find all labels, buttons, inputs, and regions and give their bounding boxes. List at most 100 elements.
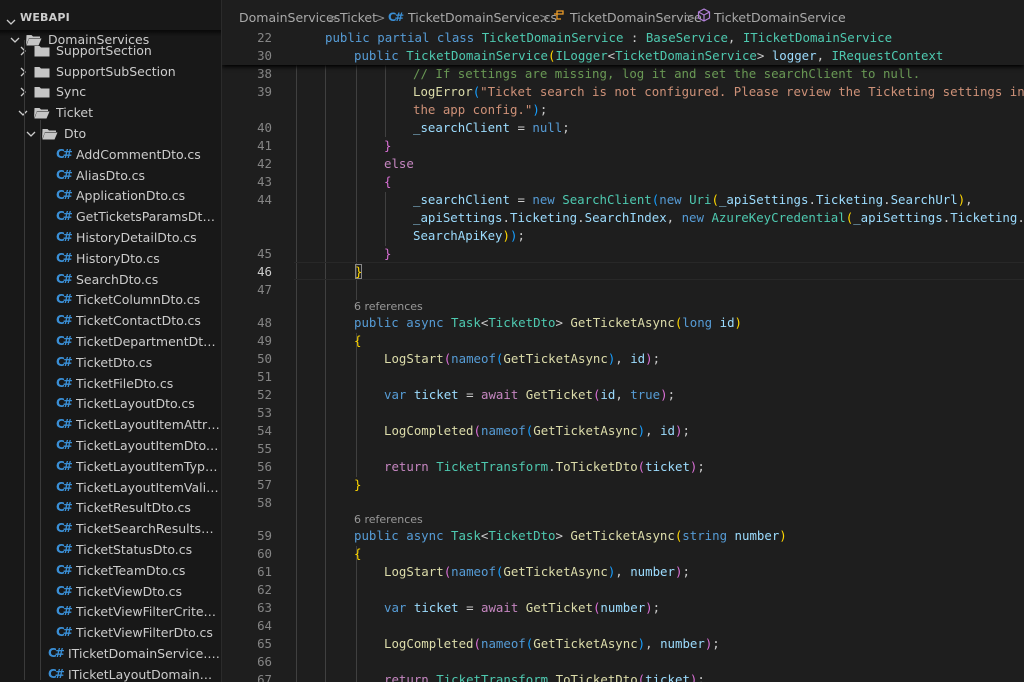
scroll-shadow (0, 30, 221, 36)
folder-open-icon (34, 102, 50, 123)
tree-file-item[interactable]: C# HistoryDetailDto.cs (0, 227, 221, 248)
tree-item-label: TicketContactDto.cs (76, 313, 201, 329)
breadcrumb-folder-ticket[interactable]: Ticket (340, 10, 377, 25)
tree-item-label: HistoryDetailDto.cs (76, 230, 197, 245)
tree-file-item[interactable]: C# TicketLayoutDto.cs (0, 393, 221, 414)
code-line-44-wrap: _apiSettings.Ticketing.SearchIndex, new … (413, 210, 1024, 225)
tree-item-label: TicketViewFilterCriteriaDt... (76, 604, 220, 620)
csharp-file-icon: C# (388, 10, 404, 24)
tree-file-item[interactable]: C# HistoryDto.cs (0, 248, 221, 269)
tree-item-label: Dto (64, 126, 87, 141)
code-line-59: public async Task<TicketDto> GetTicketAs… (354, 528, 787, 543)
breadcrumb-file[interactable]: TicketDomainService.cs (408, 10, 557, 25)
tree-item-label: TicketLayoutItemValidVal... (76, 479, 220, 495)
code-line-63: var ticket = await GetTicket(number); (384, 600, 661, 615)
codelens-references[interactable]: 6 references (354, 300, 423, 313)
code-line-60: { (354, 546, 362, 561)
breadcrumb-member[interactable]: TicketDomainService (714, 10, 846, 25)
tree-file-item[interactable]: C# TicketDto.cs (0, 352, 221, 373)
code-line-44: _searchClient = new SearchClient(new Uri… (413, 192, 973, 207)
code-line-42: else (384, 156, 414, 171)
tree-item-label: TicketLayoutItemAttribut... (76, 417, 220, 433)
code-indent-guide (385, 65, 386, 137)
csharp-file-icon: C# (56, 209, 73, 224)
tree-file-item[interactable]: C#TicketLayoutItemAttribut... (0, 414, 221, 435)
line-number: 60 (257, 546, 272, 561)
tree-item-label: TicketFileDto.cs (76, 375, 174, 391)
line-number: 64 (257, 618, 272, 633)
tree-item-label: HistoryDto.cs (76, 250, 160, 266)
csharp-file-icon: C# (48, 646, 65, 660)
tree-folder-item[interactable]: Ticket (0, 102, 221, 123)
code-line-49: { (354, 333, 362, 348)
breadcrumb-class[interactable]: TicketDomainService (570, 10, 702, 25)
csharp-file-icon: C# (56, 542, 73, 556)
tree-file-item[interactable]: C# TicketStatusDto.cs (0, 539, 221, 560)
csharp-file-icon: C# (56, 334, 73, 348)
tree-file-item[interactable]: C# ITicketDomainService.cs (0, 643, 221, 664)
tree-file-item[interactable]: C# TicketDepartmentDto.cs (0, 331, 221, 352)
csharp-file-icon: C# (56, 167, 73, 182)
line-number: 41 (257, 138, 272, 153)
code-line-48: public async Task<TicketDto> GetTicketAs… (354, 315, 742, 330)
current-line-highlight (294, 262, 1024, 280)
sticky-scroll-header[interactable]: 22 public partial class TicketDomainServ… (222, 28, 1024, 65)
tree-item-label: TicketDepartmentDto.cs (76, 334, 220, 349)
tree-item-label: TicketLayoutItemTypeDt... (76, 458, 220, 474)
csharp-file-icon: C# (56, 271, 73, 286)
tree-file-item[interactable]: C#ITicketLayoutDomainServi... (0, 664, 221, 682)
csharp-file-icon: C# (56, 604, 73, 619)
tree-file-item[interactable]: C# TicketColumnDto.cs (0, 289, 221, 310)
tree-item-label: SearchDto.cs (76, 271, 159, 287)
tree-file-item[interactable]: C# TicketLayoutItemDto.cs (0, 435, 221, 456)
code-editor[interactable]: 38 39 40 41 42 43 44 45 46 47 48 49 50 51 52 53 54 55 56 57… (222, 28, 1024, 682)
tree-file-item[interactable]: C# TicketResultDto.cs (0, 497, 221, 518)
tree-file-item[interactable]: C# TicketFileDto.cs (0, 373, 221, 394)
explorer-section-header[interactable]: WEBAPI (0, 8, 221, 28)
csharp-file-icon: C# (56, 417, 73, 432)
class-icon (552, 8, 566, 25)
breadcrumb-folder-domainservices[interactable]: DomainServices (239, 10, 340, 25)
line-number: 38 (257, 66, 272, 81)
line-number: 46 (257, 264, 272, 279)
tree-file-item[interactable]: C# SearchDto.cs (0, 269, 221, 290)
code-line-54: LogCompleted(nameof(GetTicketAsync), id)… (384, 423, 690, 438)
csharp-file-icon: C# (56, 188, 73, 203)
tree-folder-item[interactable]: Dto (0, 123, 221, 144)
codelens-references[interactable]: 6 references (354, 513, 423, 526)
tree-item-label: AliasDto.cs (76, 167, 145, 183)
csharp-file-icon: C# (56, 230, 73, 244)
tree-item-label: SupportSubSection (56, 63, 176, 79)
code-line-65: LogCompleted(nameof(GetTicketAsync), num… (384, 636, 720, 651)
tree-indent-guide (24, 40, 25, 680)
tree-file-item[interactable]: C# ApplicationDto.cs (0, 185, 221, 206)
tree-folder-item[interactable]: Sync (0, 81, 221, 102)
tree-folder-item[interactable]: SupportSection (0, 40, 221, 61)
tree-item-label: TicketLayoutItemDto.cs (76, 438, 220, 453)
tree-file-item[interactable]: C# TicketTeamDto.cs (0, 560, 221, 581)
tree-item-label: TicketTeamDto.cs (76, 562, 186, 578)
tree-file-item[interactable]: C# TicketViewFilterDto.cs (0, 622, 221, 643)
tree-file-item[interactable]: C#TicketSearchResultsDto.cs (0, 518, 221, 539)
tree-item-label: TicketViewFilterDto.cs (76, 625, 213, 641)
sticky-line-22: public partial class TicketDomainService… (325, 30, 893, 45)
tree-item-label: TicketStatusDto.cs (76, 542, 193, 557)
tree-item-label: TicketLayoutDto.cs (76, 396, 195, 412)
csharp-file-icon: C# (48, 666, 65, 681)
tree-file-item[interactable]: C# TicketContactDto.cs (0, 310, 221, 331)
tree-file-item[interactable]: C#TicketLayoutItemValidVal... (0, 477, 221, 498)
tree-folder-item[interactable]: SupportSubSection (0, 61, 221, 82)
line-number: 50 (257, 351, 272, 366)
folder-icon (34, 61, 50, 82)
tree-file-item[interactable]: C# AddCommentDto.cs (0, 144, 221, 165)
tree-file-item[interactable]: C#TicketViewFilterCriteriaDt... (0, 601, 221, 622)
tree-file-item[interactable]: C# AliasDto.cs (0, 165, 221, 186)
breadcrumb-separator: > (685, 10, 696, 25)
csharp-file-icon: C# (56, 458, 73, 473)
line-number: 66 (257, 654, 272, 669)
csharp-file-icon: C# (56, 438, 73, 452)
breadcrumb-separator: > (539, 10, 550, 25)
tree-file-item[interactable]: C#TicketLayoutItemTypeDt... (0, 456, 221, 477)
tree-file-item[interactable]: C# GetTicketsParamsDto.cs (0, 206, 221, 227)
tree-file-item[interactable]: C# TicketViewDto.cs (0, 581, 221, 602)
